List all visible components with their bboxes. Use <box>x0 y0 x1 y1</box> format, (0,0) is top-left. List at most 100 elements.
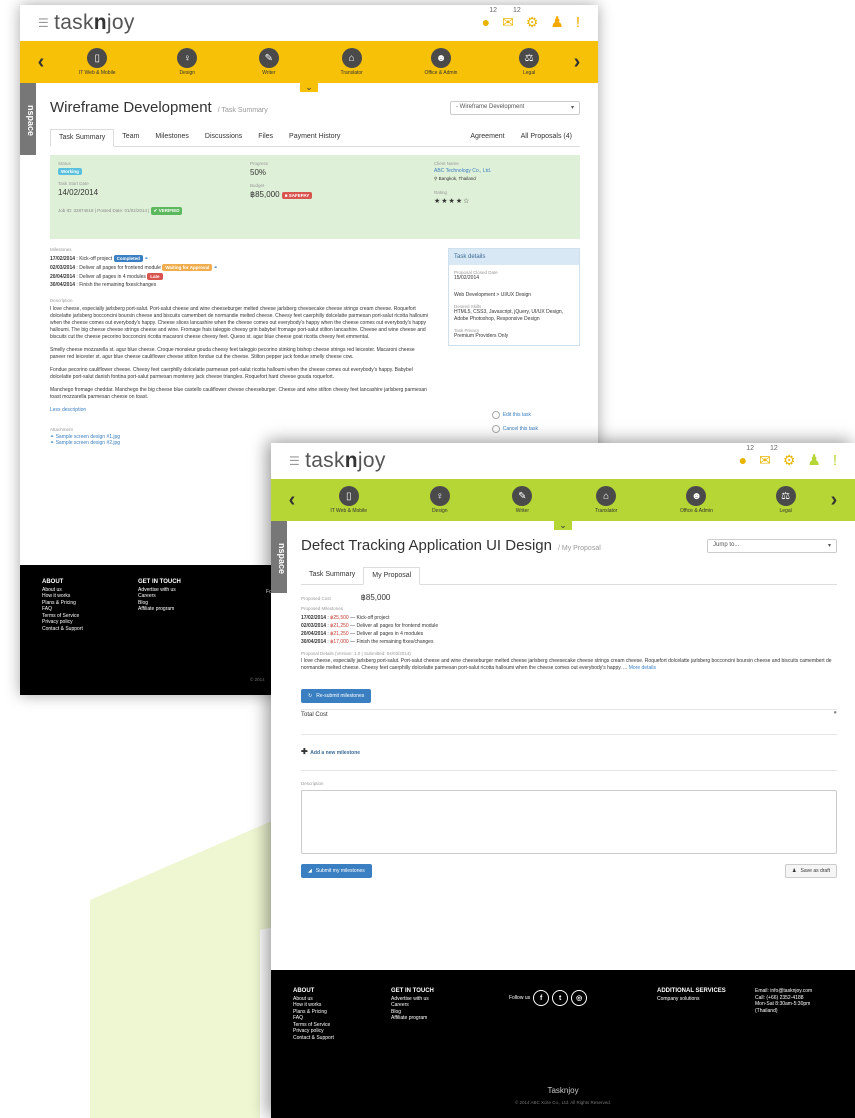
category-link[interactable]: Web Development > UI/UX Design <box>454 292 574 299</box>
tasknjoy-logo[interactable]: ☰ tasknjoy <box>38 11 135 35</box>
people-icon: ☻ <box>430 48 451 68</box>
link-icon[interactable]: ⚭ <box>214 265 218 271</box>
scale-icon: ⚖ <box>775 486 796 506</box>
settings-icon[interactable]: ⚙ <box>526 14 539 31</box>
category-legal[interactable]: ⚖ Legal <box>519 48 540 76</box>
total-cost-label: Total Cost <box>301 712 328 718</box>
mobile-icon: ▯ <box>338 486 359 506</box>
social-links: Follow us f t ◎ <box>509 990 588 1006</box>
budget-value: ฿85,000 ■ SAFEPAY <box>250 190 313 199</box>
send-icon: ◢ <box>308 868 312 874</box>
task-details-panel: Task details Proposal Closed Date 15/02/… <box>448 248 580 346</box>
category-translator[interactable]: ⌂ Translator <box>341 48 363 76</box>
menu-icon[interactable]: ☰ <box>289 454 300 468</box>
tab-files[interactable]: Files <box>250 129 281 146</box>
page-subtitle: / My Proposal <box>557 545 601 552</box>
page-title: Wireframe Development <box>50 99 212 116</box>
category-it[interactable]: ▯ IT Web & Mobile <box>79 48 116 76</box>
user-icon: ♟ <box>792 868 797 874</box>
category-legal[interactable]: ⚖ Legal <box>775 486 796 514</box>
start-date: 14/02/2014 <box>58 188 99 197</box>
facebook-icon[interactable]: f <box>533 990 550 1006</box>
client-link[interactable]: ABC Technology Co., Ltd. <box>434 168 491 174</box>
bulb-icon: ♀ <box>177 48 198 68</box>
submit-milestones-button[interactable]: ◢ Submit my milestones <box>301 864 372 878</box>
nspace-tab[interactable]: nspace <box>20 83 36 155</box>
tab-discussions[interactable]: Discussions <box>197 129 250 146</box>
nspace-tab[interactable]: nspace <box>271 521 287 593</box>
category-writer[interactable]: ✎ Writer <box>512 486 533 514</box>
tab-team[interactable]: Team <box>114 129 147 146</box>
tab-agreement[interactable]: Agreement <box>462 129 512 144</box>
tab-my-proposal[interactable]: My Proposal <box>363 567 421 585</box>
category-writer[interactable]: ✎ Writer <box>258 48 279 76</box>
category-design[interactable]: ♀ Design <box>429 486 450 514</box>
notification-icon[interactable]: ● 12 <box>482 7 497 30</box>
prev-arrow-icon[interactable]: ‹ <box>285 489 299 512</box>
category-bar: ‹ ▯ IT Web & Mobile ♀ Design ✎ Writer ⌂ Tran… <box>20 41 598 92</box>
plus-icon: ✚ <box>301 747 308 756</box>
edit-icon <box>491 411 500 419</box>
link-icon[interactable]: ⚭ <box>144 256 148 262</box>
category-translator[interactable]: ⌂ Translator <box>595 486 617 514</box>
pen-icon: ✎ <box>258 48 279 68</box>
tab-payment-history[interactable]: Payment History <box>281 129 348 146</box>
category-design[interactable]: ♀ Design <box>177 48 198 76</box>
tab-task-summary[interactable]: Task Summary <box>301 567 363 584</box>
instagram-icon[interactable]: ◎ <box>571 990 588 1006</box>
description-paragraph: Smelly cheese mozzarella st. agur blue c… <box>50 347 415 360</box>
description-paragraph: Manchego fromage cheddar. Manchego the b… <box>50 387 427 400</box>
description-paragraph: Fondue pecorino cauliflower cheese. Chee… <box>50 367 413 380</box>
refresh-icon: ↻ <box>308 693 313 699</box>
translate-icon: ⌂ <box>341 48 362 68</box>
menu-icon[interactable]: ☰ <box>38 16 49 30</box>
status-badge: Working <box>58 168 82 175</box>
user-icon[interactable]: ♟ <box>550 13 563 31</box>
task-summary-panel: Status Working Task Start Date 14/02/201… <box>50 155 580 239</box>
job-info: Job ID: 32874618 | Posted Date: 01/02/20… <box>58 208 150 213</box>
pen-icon: ✎ <box>512 486 533 506</box>
tab-all-proposals[interactable]: All Proposals (4) <box>513 129 580 144</box>
list-item: 20/04/2014 : ฿21,250 — Deliver all pages… <box>301 631 424 637</box>
task-actions: Edit this task Cancel this task <box>491 405 538 433</box>
category-it[interactable]: ▯ IT Web & Mobile <box>330 486 367 514</box>
next-arrow-icon[interactable]: › <box>827 489 841 512</box>
task-select[interactable]: - Wireframe Development ▾ <box>450 101 580 115</box>
site-header: ☰ tasknjoy ● 12 ✉ 12 ⚙ ♟ ! <box>20 5 598 41</box>
chevron-down-icon[interactable]: ⌄ <box>554 521 572 530</box>
my-proposal-screenshot: ☰ tasknjoy ● 12 ✉ 12 ⚙ ♟ ! ‹ ▯ IT Web & Mobi… <box>271 443 855 1118</box>
tab-milestones[interactable]: Milestones <box>147 129 196 146</box>
copyright: © 2014 ABC Xcite Co., Ltd. All Rights Re… <box>514 1100 612 1105</box>
alert-icon[interactable]: ! <box>576 14 580 31</box>
prev-arrow-icon[interactable]: ‹ <box>34 51 48 74</box>
alert-icon[interactable]: ! <box>833 452 837 469</box>
footer-brand: Tasknjoy <box>547 1086 579 1095</box>
message-icon[interactable]: ✉ 12 <box>502 7 521 31</box>
message-icon[interactable]: ✉ 12 <box>759 445 778 469</box>
save-draft-button[interactable]: ♟ Save as draft <box>785 864 837 878</box>
user-icon[interactable]: ♟ <box>807 451 820 469</box>
description-textarea[interactable] <box>301 790 837 854</box>
edit-task-button[interactable]: Edit this task <box>491 411 538 419</box>
resubmit-milestones-button[interactable]: ↻ Re-submit milestones <box>301 689 372 703</box>
next-arrow-icon[interactable]: › <box>570 51 584 74</box>
category-office[interactable]: ☻ Office & Admin <box>424 48 457 76</box>
twitter-icon[interactable]: t <box>552 990 569 1006</box>
site-header: ☰ tasknjoy ● 12 ✉ 12 ⚙ ♟ ! <box>271 443 855 479</box>
scale-icon: ⚖ <box>519 48 540 68</box>
collapse-icon[interactable]: ● <box>833 710 837 718</box>
tab-task-summary[interactable]: Task Summary <box>50 129 115 147</box>
task-tabs: Task Summary Team Milestones Discussions… <box>50 129 580 147</box>
verified-badge: ✔ VERIFIED <box>150 207 183 215</box>
settings-icon[interactable]: ⚙ <box>783 452 796 469</box>
more-details-link[interactable]: More details <box>629 665 656 671</box>
chevron-down-icon[interactable]: ⌄ <box>300 83 318 92</box>
category-office[interactable]: ☻ Office & Admin <box>680 486 713 514</box>
paperclip-icon: ⚭ <box>50 440 55 446</box>
caret-down-icon: ▾ <box>570 105 574 111</box>
cancel-task-button[interactable]: Cancel this task <box>491 425 538 433</box>
add-milestone-button[interactable]: ✚ Add a new milestone <box>301 747 837 756</box>
notification-icon[interactable]: ● 12 <box>739 445 754 468</box>
tasknjoy-logo[interactable]: ☰ tasknjoy <box>289 449 386 473</box>
jump-to-select[interactable]: Jump to... ▾ <box>707 539 837 553</box>
